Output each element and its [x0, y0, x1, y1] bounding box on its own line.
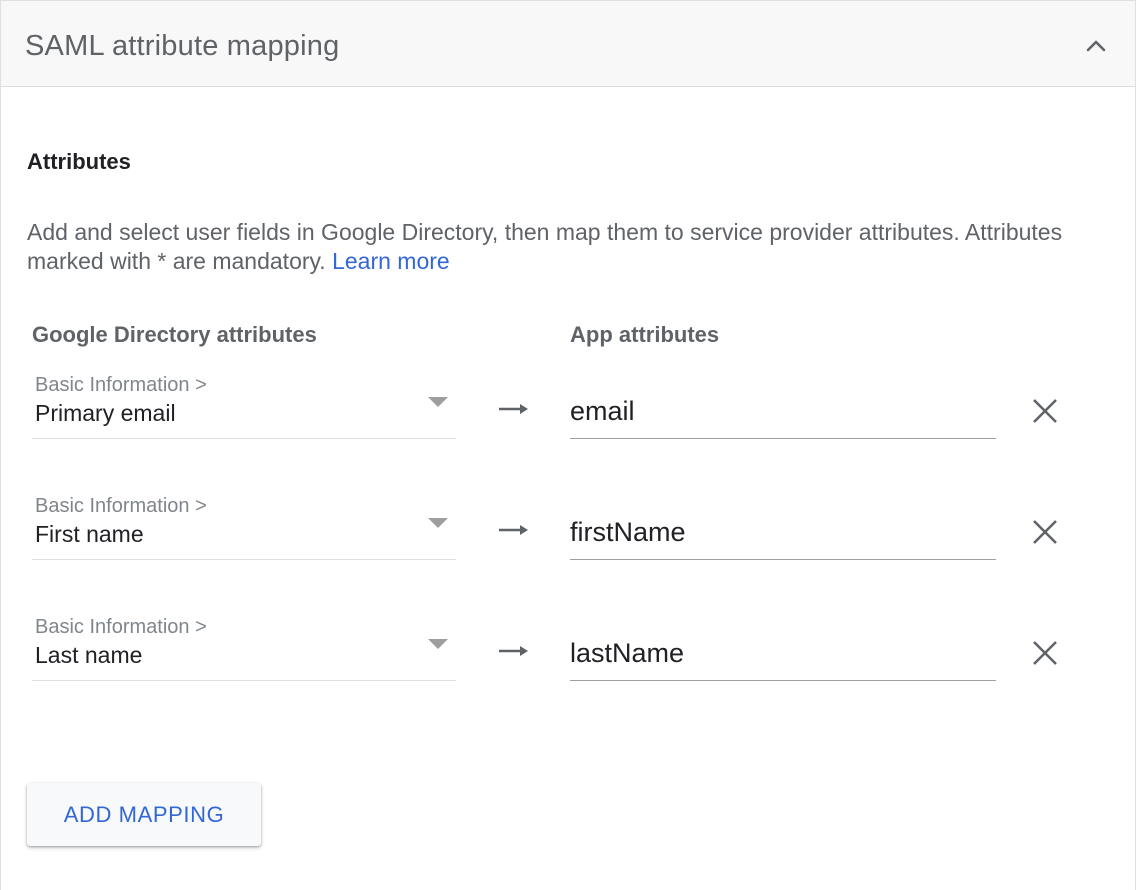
dropdown-triangle-icon — [428, 639, 448, 649]
arrow-right-icon — [499, 525, 528, 535]
select-value: Primary email — [35, 400, 176, 426]
panel-title: SAML attribute mapping — [25, 30, 340, 62]
description-text: Add and select user fields in Google Dir… — [27, 219, 1063, 274]
directory-attribute-select[interactable]: Basic Information > Primary email — [32, 371, 456, 439]
mapping-row: Basic Information > First name — [1, 492, 1135, 572]
chevron-up-icon[interactable] — [1081, 31, 1111, 61]
directory-attribute-select[interactable]: Basic Information > Last name — [32, 613, 456, 681]
attributes-heading: Attributes — [27, 149, 131, 174]
saml-mapping-panel: SAML attribute mapping Attributes Add an… — [0, 0, 1136, 890]
arrow-right-icon — [499, 404, 528, 414]
google-directory-column-header: Google Directory attributes — [32, 322, 317, 347]
panel-header[interactable]: SAML attribute mapping — [1, 1, 1135, 87]
add-mapping-button[interactable]: ADD MAPPING — [27, 783, 261, 846]
select-value: Last name — [35, 642, 143, 668]
app-attributes-column-header: App attributes — [570, 322, 720, 347]
learn-more-link[interactable]: Learn more — [332, 248, 450, 274]
select-category-label: Basic Information > — [35, 374, 207, 396]
app-attribute-input[interactable] — [570, 385, 996, 439]
select-category-label: Basic Information > — [35, 495, 207, 517]
app-attribute-input[interactable] — [570, 627, 996, 681]
close-icon[interactable] — [1031, 518, 1059, 546]
attributes-description: Add and select user fields in Google Dir… — [27, 218, 1107, 276]
arrow-right-icon — [499, 646, 528, 656]
close-icon[interactable] — [1031, 639, 1059, 667]
dropdown-triangle-icon — [428, 518, 448, 528]
directory-attribute-select[interactable]: Basic Information > First name — [32, 492, 456, 560]
dropdown-triangle-icon — [428, 397, 448, 407]
mapping-row: Basic Information > Primary email — [1, 371, 1135, 451]
select-category-label: Basic Information > — [35, 616, 207, 638]
select-value: First name — [35, 521, 144, 547]
app-attribute-input[interactable] — [570, 506, 996, 560]
mapping-row: Basic Information > Last name — [1, 613, 1135, 693]
close-icon[interactable] — [1031, 397, 1059, 425]
